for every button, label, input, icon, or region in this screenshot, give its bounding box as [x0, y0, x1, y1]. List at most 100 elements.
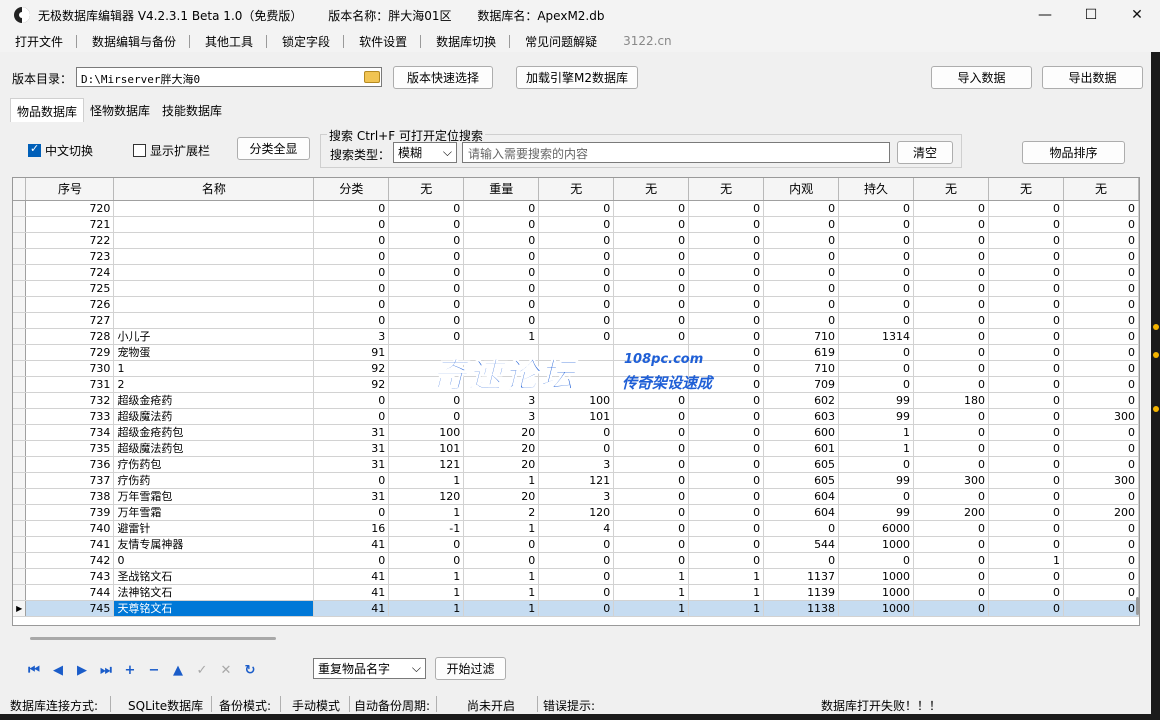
cell-value[interactable]: 6000 [838, 520, 915, 537]
menu-db-switch[interactable]: 数据库切换 [421, 33, 511, 50]
cell-value[interactable]: 0 [613, 216, 690, 233]
cell-value[interactable]: 92 [313, 360, 390, 377]
cell-value[interactable]: 0 [988, 536, 1064, 553]
cell-value[interactable]: 0 [688, 216, 765, 233]
prior-icon[interactable]: ◀ [46, 660, 70, 680]
cell-value[interactable]: 0 [1063, 328, 1139, 345]
cell-value[interactable]: 0 [463, 552, 540, 569]
cell-value[interactable]: 1000 [838, 568, 915, 585]
cell-value[interactable]: 1 [838, 440, 915, 457]
cell-value[interactable]: 0 [763, 264, 840, 281]
cell-value[interactable]: 603 [763, 408, 840, 425]
cell-index[interactable]: 744 [25, 584, 115, 601]
cell-value[interactable]: 0 [313, 296, 390, 313]
cell-value[interactable]: 605 [763, 456, 840, 473]
cell-value[interactable]: 0 [313, 248, 390, 265]
menu-lock-fields[interactable]: 锁定字段 [267, 33, 345, 50]
cell-value[interactable]: 0 [688, 472, 765, 489]
cell-value[interactable]: 0 [613, 264, 690, 281]
cell-value[interactable]: 0 [913, 584, 989, 601]
cell-value[interactable]: 0 [688, 280, 765, 297]
cell-value[interactable]: 0 [538, 440, 615, 457]
table-row[interactable]: 732 超级金疮药 0 0 3 100 0 0 602 99 180 0 0 [13, 392, 1139, 409]
cell-value[interactable]: 0 [1063, 296, 1139, 313]
cell-value[interactable]: 0 [463, 264, 540, 281]
cell-name[interactable]: 友情专属神器 [113, 536, 315, 553]
cell-name[interactable]: 宠物蛋 [113, 344, 315, 361]
cell-value[interactable]: 0 [763, 552, 840, 569]
cell-value[interactable]: 0 [913, 600, 989, 617]
cell-value[interactable]: 2 [463, 504, 540, 521]
column-header[interactable]: 序号 [25, 178, 115, 201]
cell-value[interactable]: 1000 [838, 536, 915, 553]
cell-index[interactable]: 745 [25, 600, 115, 617]
refresh-icon[interactable]: ↻ [238, 660, 262, 680]
import-data-button[interactable]: 导入数据 [931, 66, 1032, 89]
cell-value[interactable]: 0 [613, 552, 690, 569]
quick-select-button[interactable]: 版本快速选择 [393, 66, 493, 89]
folder-icon[interactable] [364, 71, 380, 83]
cell-value[interactable]: 0 [538, 600, 615, 617]
cell-value[interactable]: 1 [388, 504, 465, 521]
cell-value[interactable]: 99 [838, 472, 915, 489]
minimize-button[interactable]: — [1022, 0, 1068, 30]
cell-value[interactable]: 0 [988, 312, 1064, 329]
cell-value[interactable]: 0 [988, 328, 1064, 345]
cell-value[interactable]: 0 [913, 536, 989, 553]
cell-value[interactable]: 3 [463, 408, 540, 425]
cell-value[interactable]: 0 [913, 280, 989, 297]
cell-value[interactable]: 20 [463, 456, 540, 473]
horizontal-scrollbar[interactable] [30, 637, 276, 640]
cell-value[interactable]: 1000 [838, 584, 915, 601]
export-data-button[interactable]: 导出数据 [1042, 66, 1143, 89]
show-ext-checkbox[interactable]: 显示扩展栏 [133, 142, 210, 159]
cell-value[interactable]: 1 [388, 584, 465, 601]
column-header[interactable]: 无 [913, 178, 989, 201]
cell-value[interactable]: 0 [613, 248, 690, 265]
cell-value[interactable]: 0 [613, 504, 690, 521]
cell-value[interactable]: 1 [388, 600, 465, 617]
table-row[interactable]: 730 1 92 0 710 0 0 0 0 [13, 360, 1139, 377]
cell-value[interactable]: 0 [763, 248, 840, 265]
cell-value[interactable]: 180 [913, 392, 989, 409]
cell-value[interactable]: 0 [613, 312, 690, 329]
cell-value[interactable]: 0 [913, 344, 989, 361]
table-row[interactable]: 726 0 0 0 0 0 0 0 0 0 0 0 [13, 296, 1139, 313]
cell-value[interactable]: 0 [1063, 344, 1139, 361]
cell-value[interactable]: 0 [1063, 440, 1139, 457]
cell-value[interactable]: 0 [538, 424, 615, 441]
cell-value[interactable]: 41 [313, 536, 390, 553]
cell-value[interactable]: 0 [313, 312, 390, 329]
cell-value[interactable]: 710 [763, 360, 840, 377]
cell-name[interactable]: 1 [113, 360, 315, 377]
cell-value[interactable]: 0 [1063, 424, 1139, 441]
cell-value[interactable] [463, 344, 540, 361]
cell-value[interactable]: 0 [313, 280, 390, 297]
cell-value[interactable]: 0 [913, 440, 989, 457]
chinese-switch-checkbox[interactable]: 中文切换 [28, 142, 93, 159]
table-row[interactable]: 731 2 92 0 709 0 0 0 0 [13, 376, 1139, 393]
cell-value[interactable]: 0 [1063, 456, 1139, 473]
cell-value[interactable]: 31 [313, 440, 390, 457]
cell-value[interactable]: 0 [388, 264, 465, 281]
show-all-categories-button[interactable]: 分类全显 [237, 137, 310, 160]
cell-value[interactable]: 0 [688, 344, 765, 361]
cell-value[interactable]: 0 [463, 312, 540, 329]
cell-value[interactable]: 0 [1063, 584, 1139, 601]
cell-value[interactable]: 4 [538, 520, 615, 537]
cell-value[interactable]: 0 [763, 232, 840, 249]
cell-value[interactable]: 0 [988, 424, 1064, 441]
cell-value[interactable]: 0 [688, 264, 765, 281]
cell-value[interactable]: 0 [913, 296, 989, 313]
cell-value[interactable]: 0 [913, 520, 989, 537]
cell-value[interactable]: 41 [313, 600, 390, 617]
cell-index[interactable]: 742 [25, 552, 115, 569]
cell-value[interactable]: 0 [913, 312, 989, 329]
cell-value[interactable]: 0 [988, 296, 1064, 313]
cell-value[interactable]: 1 [463, 520, 540, 537]
cell-value[interactable]: 0 [838, 488, 915, 505]
cell-value[interactable]: 1 [838, 424, 915, 441]
tab-skills[interactable]: 技能数据库 [156, 98, 228, 122]
cell-value[interactable]: 0 [538, 312, 615, 329]
cell-value[interactable]: 0 [913, 200, 989, 217]
